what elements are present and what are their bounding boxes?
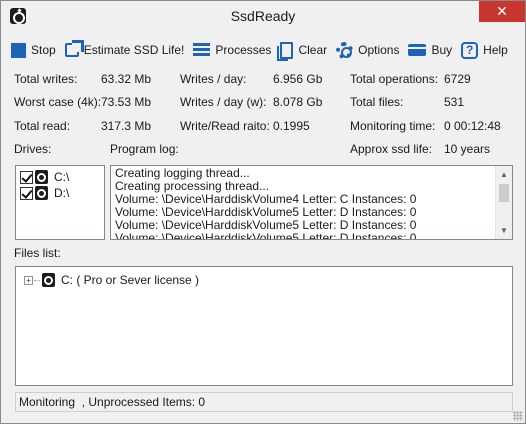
total-files-value: 531 — [444, 95, 465, 109]
total-writes-value: 63.32 Mb — [101, 72, 152, 86]
worst-case-value: 73.53 Mb — [101, 95, 152, 109]
credit-card-icon — [408, 44, 427, 56]
tree-item-label: C: ( Pro or Sever license ) — [61, 273, 200, 287]
log-lines: Creating logging thread... Creating proc… — [115, 167, 495, 240]
monitoring-time-label: Monitoring time: — [350, 119, 436, 133]
drive-icon — [42, 273, 55, 287]
title-bar[interactable]: SsdReady ✕ — [1, 1, 525, 32]
drives-label: Drives: — [14, 142, 52, 156]
close-window-button[interactable]: ✕ — [479, 1, 525, 22]
stop-label: Stop — [31, 43, 56, 57]
drive-item-c[interactable]: C:\ — [20, 169, 69, 185]
ssd-life-label: Approx ssd life: — [350, 142, 433, 156]
drives-list: C:\ D:\ — [15, 165, 105, 240]
window-title: SsdReady — [230, 8, 296, 24]
estimate-label: Estimate SSD Life! — [83, 43, 185, 57]
processes-button[interactable]: Processes — [189, 38, 276, 62]
estimate-ssd-life-button[interactable]: Estimate SSD Life! — [61, 38, 190, 62]
stop-button[interactable]: Stop — [7, 38, 61, 62]
options-label: Options — [358, 43, 400, 57]
resize-grip-icon[interactable] — [513, 411, 523, 421]
clear-button[interactable]: Clear — [276, 38, 332, 62]
total-operations-label: Total operations: — [350, 72, 439, 86]
help-label: Help — [483, 43, 508, 57]
total-files-label: Total files: — [350, 95, 404, 109]
writes-per-day-worst-label: Writes / day (w): — [180, 95, 267, 109]
buy-button[interactable]: Buy — [404, 38, 457, 62]
app-window: SsdReady ✕ Stop Estimate SSD Life! Proce… — [0, 0, 526, 424]
scroll-down-arrow-icon[interactable]: ▼ — [496, 222, 512, 239]
buy-label: Buy — [431, 43, 453, 57]
program-log-label: Program log: — [110, 142, 179, 156]
scroll-thumb[interactable] — [499, 184, 509, 202]
list-icon — [193, 41, 211, 59]
program-log[interactable]: Creating logging thread... Creating proc… — [110, 165, 513, 240]
copy-pages-icon — [277, 41, 294, 61]
options-button[interactable]: Options — [332, 38, 404, 62]
drive-c-checkbox[interactable] — [20, 170, 33, 184]
drive-item-d[interactable]: D:\ — [20, 185, 69, 201]
processes-label: Processes — [215, 43, 272, 57]
writes-per-day-worst-value: 8.078 Gb — [273, 95, 323, 109]
toolbar: Stop Estimate SSD Life! Processes Clear … — [7, 38, 513, 62]
writes-per-day-label: Writes / day: — [180, 72, 247, 86]
write-read-ratio-value: 0.1995 — [273, 119, 310, 133]
external-link-icon — [64, 40, 84, 57]
drive-icon — [35, 170, 48, 184]
help-button[interactable]: ? Help — [457, 38, 513, 62]
writes-per-day-value: 6.956 Gb — [273, 72, 323, 86]
tree-connector — [34, 279, 40, 281]
gear-icon — [336, 41, 354, 59]
drive-d-checkbox[interactable] — [20, 186, 33, 200]
expand-icon[interactable]: + — [24, 275, 33, 285]
write-read-ratio-label: Write/Read raito: — [180, 119, 270, 133]
clear-label: Clear — [298, 43, 328, 57]
ssd-life-value: 10 years — [444, 142, 491, 156]
status-bar: Monitoring , Unprocessed Items: 0 — [15, 392, 513, 412]
total-read-label: Total read: — [14, 119, 71, 133]
log-line: Volume: \Device\HarddiskVolume5 Letter: … — [115, 231, 417, 240]
files-list-label: Files list: — [14, 246, 61, 260]
drive-icon — [35, 186, 48, 200]
log-scrollbar[interactable]: ▲ ▼ — [495, 166, 512, 239]
scroll-up-arrow-icon[interactable]: ▲ — [496, 166, 512, 183]
drive-c-label: C:\ — [54, 170, 70, 184]
monitoring-time-value: 0 00:12:48 — [444, 119, 501, 133]
total-read-value: 317.3 Mb — [101, 119, 152, 133]
files-tree[interactable]: + C: ( Pro or Sever license ) — [15, 266, 513, 386]
total-writes-label: Total writes: — [14, 72, 78, 86]
total-operations-value: 6729 — [444, 72, 471, 86]
drive-d-label: D:\ — [54, 186, 70, 200]
worst-case-label: Worst case (4k): — [14, 95, 102, 109]
help-icon: ? — [461, 41, 479, 59]
stop-icon — [11, 42, 26, 58]
tree-item-c[interactable]: + C: ( Pro or Sever license ) — [24, 272, 199, 288]
